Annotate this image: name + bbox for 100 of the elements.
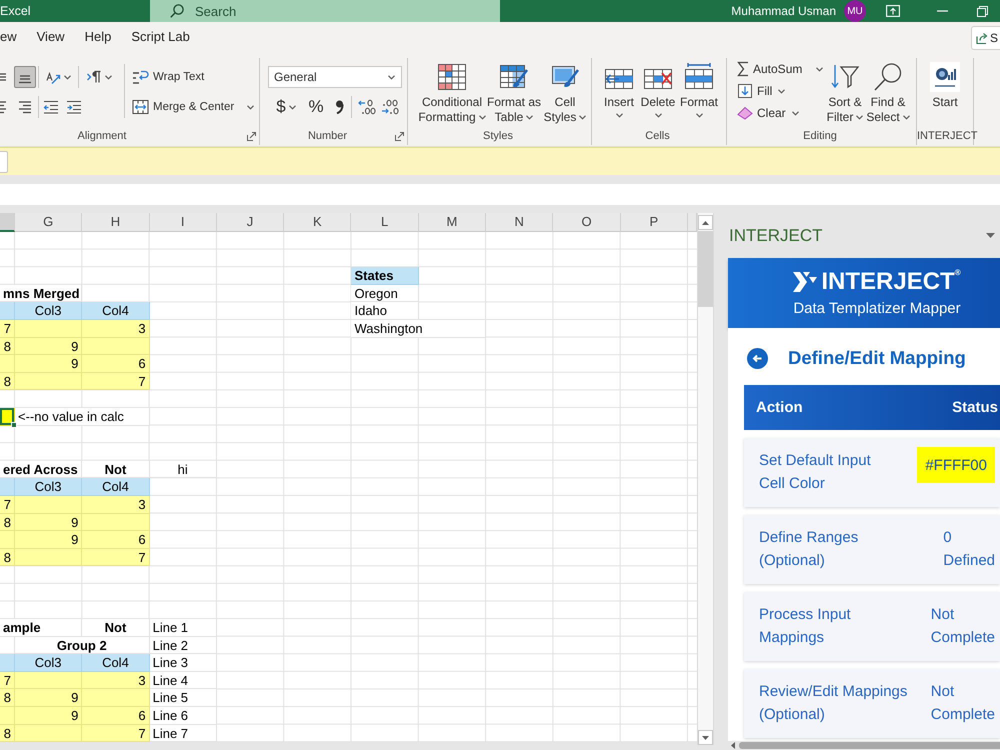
column-header[interactable]: O [553,213,621,232]
column-header[interactable]: I [150,213,217,232]
caret-icon[interactable] [986,233,995,238]
sheet-cell: 8 [0,338,15,356]
status-text: 0 Defined [943,528,995,571]
eraser-icon [737,106,753,120]
caret-icon [64,74,71,80]
align-bottom-button[interactable] [14,66,36,88]
column-header[interactable]: M [418,213,486,232]
sheet-cell: 7 [0,672,15,690]
pane-title: INTERJECT [729,226,822,246]
search-field[interactable]: Search [150,0,500,22]
sheet-cell: ered Across [0,460,82,478]
group-label: Styles [483,130,513,142]
restore-icon[interactable] [977,6,988,16]
column-header: Status [952,399,998,416]
sheet-cell: Line 7 [150,724,217,742]
currency-button[interactable]: $ [271,96,301,118]
horizontal-scrollbar[interactable] [739,742,1000,749]
minimize-icon[interactable] [937,10,948,12]
merge-center-button[interactable]: Merge & Center [130,96,256,118]
search-icon [873,62,903,92]
sheet-cell: 6 [82,355,150,373]
find-select-button[interactable]: Find & Select [865,58,911,125]
column-header[interactable]: N [486,213,554,232]
align-center-icon [0,99,8,115]
group-label: Number [308,130,348,142]
menu-tab[interactable]: Script Lab [131,27,190,49]
sheet-cell: States [351,267,419,285]
start-button[interactable]: Start [917,58,973,110]
group-label: Alignment [78,130,126,142]
wrap-text-button[interactable]: Wrap Text [130,66,256,88]
sheet-cell: 3 [82,496,150,514]
column-header[interactable]: G [15,213,82,232]
app-name: Excel [0,4,32,18]
decrease-indent-icon [43,99,59,115]
fill-handle[interactable] [11,422,17,428]
menu-tab[interactable]: Help [84,27,112,49]
sheet-cell: 7 [82,372,150,390]
caret-icon [654,113,662,118]
align-right-icon [17,99,33,115]
increase-indent-icon [66,99,82,115]
column-header[interactable]: K [284,213,352,232]
column-header[interactable]: L [351,213,419,232]
group-label: Cells [645,130,670,142]
sheet-cell: Oregon [351,284,419,302]
sheet-cell: Col3 [15,302,82,320]
sheet-cell: <--no value in calc [15,408,150,426]
dialog-launcher-icon[interactable] [247,132,256,140]
format-button[interactable]: Format [678,58,720,118]
caret-icon [792,110,799,116]
sheet-cell: Col4 [82,654,150,672]
column-header[interactable] [0,213,15,232]
column-header[interactable]: P [620,213,688,232]
insert-button[interactable]: Insert [600,58,638,118]
sheet-cell: ample [0,619,82,637]
dialog-launcher-icon[interactable] [395,132,404,140]
increase-decimal-icon [356,99,376,115]
column-header[interactable]: H [82,213,150,232]
menu-tab[interactable]: ew [0,27,17,49]
menu-tab[interactable]: View [36,27,65,49]
sheet-cell: Not [82,460,150,478]
action-text: Review/Edit Mappings (Optional) [759,682,908,725]
sheet-cell: Washington [351,320,486,338]
fill-button[interactable]: Fill [735,80,825,102]
input-field[interactable] [0,150,8,172]
back-button[interactable] [747,348,768,368]
scrollbar-thumb[interactable] [698,231,713,307]
sheet-cell: Line 2 [150,636,217,654]
clear-button[interactable]: Clear [735,102,825,124]
caret-icon [856,115,864,120]
sheet-cell: 9 [15,689,82,708]
autosum-button[interactable]: AutoSum [735,58,825,80]
decrease-decimal-icon [380,99,398,115]
scroll-up-button[interactable] [698,215,713,230]
sheet-cell: 8 [0,372,15,390]
group-label: INTERJECT [917,130,978,142]
caret-icon [288,104,296,110]
left-arrow-icon[interactable] [731,742,735,749]
sheet-cell: mns Merged [0,284,82,302]
conditional-formatting-button[interactable]: Conditional Formatting [418,58,486,125]
sheet-cell: 8 [0,724,15,742]
scroll-down-button[interactable] [698,730,713,745]
share-button[interactable]: S [971,26,1000,50]
caret-icon [388,74,395,80]
app-logo-icon [930,62,960,92]
user-avatar[interactable]: MU [844,0,866,22]
caret-icon [105,74,112,80]
format-as-table-button[interactable]: Format as Table [486,58,542,125]
sheet-cell: 7 [0,496,15,514]
caret-icon [579,115,586,120]
back-icon [747,348,768,368]
column-header[interactable]: J [216,213,284,232]
number-format-dropdown[interactable]: General [268,66,402,88]
cell-styles-button[interactable]: Cell Styles [542,58,588,125]
delete-button[interactable]: Delete [638,58,678,118]
sheet-cell: 6 [82,707,150,725]
sort-filter-button[interactable]: Sort & Filter [825,58,865,125]
text-direction-icon [86,69,102,85]
percent-button[interactable]: % [305,96,327,118]
